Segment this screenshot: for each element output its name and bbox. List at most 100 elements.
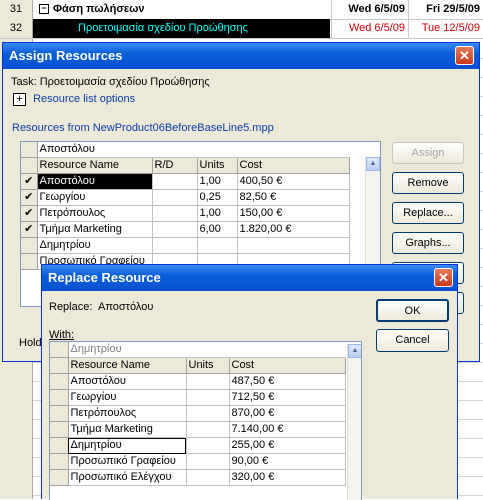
task-name-cell[interactable]: Προετοιμασία σχεδίου Προώθησης [33,19,330,38]
resource-name-cell[interactable]: Δημητρίου [68,437,187,454]
replace-button[interactable]: Replace... [392,202,464,224]
cost-cell[interactable]: 1.820,00 € [237,221,350,238]
units-cell[interactable] [186,437,230,454]
resource-list-options-label[interactable]: Resource list options [33,93,135,105]
cost-cell[interactable]: 487,50 € [229,373,346,390]
cost-cell[interactable]: 712,50 € [229,389,346,406]
col-resource-name[interactable]: Resource Name [68,357,187,374]
table-row[interactable]: Προσωπικό Ελέγχου 320,00 € [50,469,346,486]
row-selector[interactable] [50,421,69,438]
resource-name-cell[interactable]: Γεωργίου [68,389,187,406]
start-date-cell[interactable]: Wed 6/5/09 [331,19,408,38]
units-cell[interactable] [186,389,230,406]
check-icon[interactable]: ✔ [21,173,38,190]
table-row[interactable]: Προσωπικό Γραφείου 90,00 € [50,453,346,470]
col-units[interactable]: Units [186,357,230,374]
table-row[interactable]: Τμήμα Marketing 7.140,00 € [50,421,346,438]
col-units[interactable]: Units [197,157,238,174]
check-icon[interactable]: ✔ [21,221,38,238]
graphs-button[interactable]: Graphs... [392,232,464,254]
edit-field[interactable]: Δημητρίου [68,342,345,358]
scroll-up-icon[interactable]: ▲ [366,157,380,171]
table-row[interactable]: ✔ Γεωργίου 0,25 82,50 € [21,189,350,206]
row-selector[interactable] [50,389,69,406]
cost-cell[interactable]: 320,00 € [229,469,346,486]
row-selector[interactable] [50,437,69,454]
cost-cell[interactable]: 870,00 € [229,405,346,422]
rd-cell[interactable] [152,173,198,190]
table-row[interactable]: Γεωργίου 712,50 € [50,389,346,406]
resource-name-cell[interactable]: Αποστόλου [37,173,153,190]
finish-date-cell[interactable]: Tue 12/5/09 [408,19,483,38]
task-name-cell[interactable]: − Φάση πωλήσεων [33,0,330,19]
units-cell[interactable]: 0,25 [197,189,238,206]
rd-cell[interactable] [152,189,198,206]
task-row-32[interactable]: 32 Προετοιμασία σχεδίου Προώθησης Wed 6/… [0,19,483,39]
assign-button[interactable]: Assign [392,142,464,164]
units-cell[interactable] [186,453,230,470]
resource-name-cell[interactable]: Πετρόπουλος [37,205,153,222]
table-row[interactable]: ✔ Αποστόλου 1,00 400,50 € [21,173,350,190]
resource-name-cell[interactable]: Δημητρίου [37,237,153,254]
resource-name-cell[interactable]: Αποστόλου [68,373,187,390]
edit-row[interactable]: Αποστόλου [21,142,349,158]
table-row[interactable]: Δημητρίου 255,00 € [50,437,346,454]
col-cost[interactable]: Cost [237,157,350,174]
units-cell[interactable]: 1,00 [197,173,238,190]
row-selector[interactable] [50,373,69,390]
cost-cell[interactable] [237,237,350,254]
cost-cell[interactable]: 7.140,00 € [229,421,346,438]
units-cell[interactable] [186,469,230,486]
table-row[interactable]: ✔ Πετρόπουλος 1,00 150,00 € [21,205,350,222]
ok-button[interactable]: OK [376,299,449,322]
resource-name-cell[interactable]: Γεωργίου [37,189,153,206]
table-row[interactable]: Δημητρίου [21,237,350,254]
resource-name-cell[interactable]: Προσωπικό Ελέγχου [68,469,187,486]
row-selector[interactable] [50,405,69,422]
replace-resource-titlebar[interactable]: Replace Resource [42,265,457,291]
table-row[interactable]: Πετρόπουλος 870,00 € [50,405,346,422]
row-selector[interactable] [50,453,69,470]
resource-name-cell[interactable]: Πετρόπουλος [68,405,187,422]
rd-cell[interactable] [152,221,198,238]
collapse-box-icon[interactable]: − [39,4,49,15]
task-row-31[interactable]: 31 − Φάση πωλήσεων Wed 6/5/09 Fri 29/5/09 [0,0,483,20]
units-cell[interactable] [197,237,238,254]
assign-resources-titlebar[interactable]: Assign Resources [3,43,479,69]
cost-cell[interactable]: 255,00 € [229,437,346,454]
table-row[interactable]: ✔ Τμήμα Marketing 6,00 1.820,00 € [21,221,350,238]
close-icon[interactable]: ✕ [434,268,453,287]
resource-name-cell[interactable]: Τμήμα Marketing [68,421,187,438]
remove-button[interactable]: Remove [392,172,464,194]
check-icon[interactable]: ✔ [21,205,38,222]
units-cell[interactable]: 6,00 [197,221,238,238]
row-selector[interactable] [50,469,69,486]
edit-row[interactable]: Δημητρίου [50,342,345,358]
resource-list-options-toggle[interactable]: + Resource list options [13,93,135,106]
col-rd[interactable]: R/D [152,157,198,174]
check-icon[interactable]: ✔ [21,189,38,206]
resource-name-cell[interactable]: Προσωπικό Γραφείου [68,453,187,470]
replace-resources-grid[interactable]: Δημητρίου Resource Name Units Cost Αποστ… [49,341,362,500]
close-icon[interactable]: ✕ [455,46,474,65]
finish-date-cell[interactable]: Fri 29/5/09 [408,0,483,19]
replace-scrollbar[interactable]: ▲ [347,344,361,500]
col-resource-name[interactable]: Resource Name [37,157,153,174]
rd-cell[interactable] [152,205,198,222]
units-cell[interactable] [186,421,230,438]
expand-plus-icon[interactable]: + [13,93,26,106]
edit-field[interactable]: Αποστόλου [37,142,349,158]
resource-name-cell[interactable]: Τμήμα Marketing [37,221,153,238]
units-cell[interactable] [186,405,230,422]
cancel-button[interactable]: Cancel [376,329,449,352]
units-cell[interactable]: 1,00 [197,205,238,222]
cost-cell[interactable]: 150,00 € [237,205,350,222]
rd-cell[interactable] [152,237,198,254]
scroll-up-icon[interactable]: ▲ [348,344,361,358]
cost-cell[interactable]: 82,50 € [237,189,350,206]
units-cell[interactable] [186,373,230,390]
check-icon[interactable] [21,237,38,254]
check-icon[interactable] [21,253,38,270]
table-row[interactable]: Αποστόλου 487,50 € [50,373,346,390]
cost-cell[interactable]: 90,00 € [229,453,346,470]
